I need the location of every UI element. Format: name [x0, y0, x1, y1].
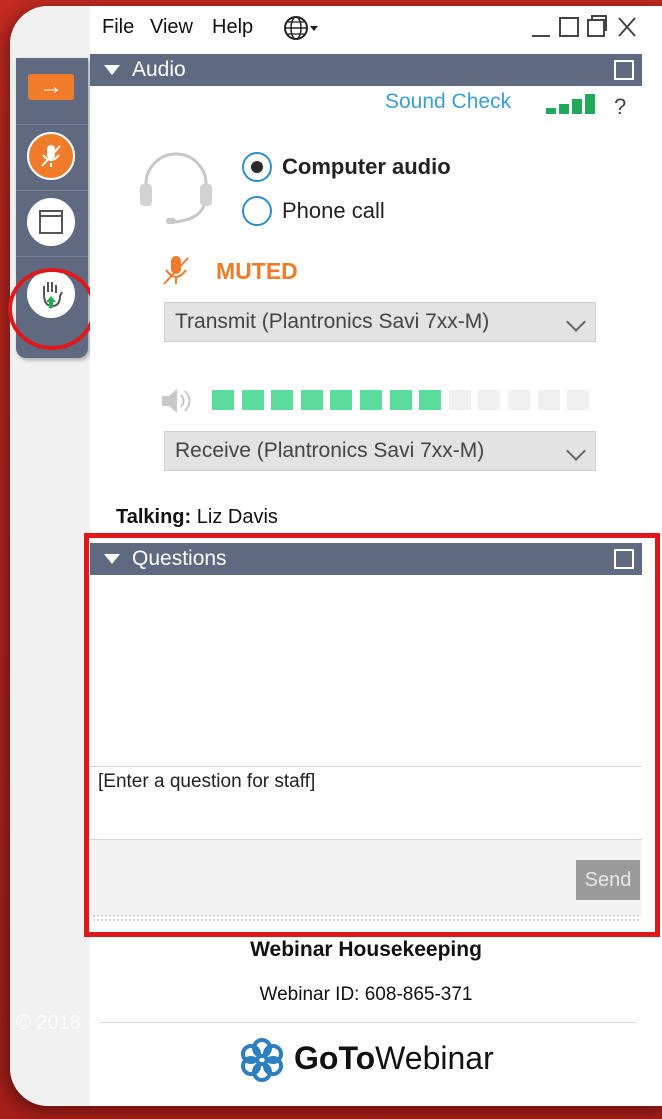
minimize-icon[interactable]: [530, 14, 552, 47]
meter-segment: [478, 390, 501, 410]
window-icon: [27, 198, 75, 246]
meter-segment: [300, 390, 323, 410]
chevron-down-icon: [566, 312, 586, 332]
menu-view[interactable]: View: [150, 16, 193, 39]
globe-icon[interactable]: [282, 14, 322, 48]
talking-name: Liz Davis: [196, 506, 278, 528]
speaker-icon: [160, 386, 196, 421]
screen-button[interactable]: [16, 190, 88, 257]
meter-segment: [508, 390, 530, 410]
menu-bar: File View Help: [90, 8, 642, 48]
restore-icon[interactable]: [586, 14, 608, 47]
copyright: © 2018 - PEMS, Inc.: [16, 1012, 199, 1034]
maximize-icon[interactable]: [558, 14, 580, 47]
footer-divider: [100, 1022, 636, 1023]
menu-file[interactable]: File: [102, 16, 134, 39]
meter-segment: [567, 390, 590, 410]
logo-goto: GoTo: [294, 1040, 376, 1076]
meter-segment: [537, 390, 560, 410]
computer-audio-radio[interactable]: [242, 152, 272, 182]
phone-call-label: Phone call: [282, 198, 385, 223]
meter-segment: [360, 390, 382, 410]
computer-audio-label: Computer audio: [282, 154, 451, 179]
receive-select[interactable]: Receive (Plantronics Savi 7xx-M): [164, 431, 596, 471]
phone-call-radio[interactable]: [242, 196, 272, 226]
transmit-select[interactable]: Transmit (Plantronics Savi 7xx-M): [164, 302, 596, 342]
audio-header[interactable]: Audio: [90, 54, 642, 86]
questions-highlight: [84, 533, 660, 937]
audio-title: Audio: [132, 58, 186, 81]
meter-segment: [448, 390, 471, 410]
collapse-button[interactable]: →: [16, 58, 88, 125]
footer-title: Webinar Housekeeping: [250, 938, 482, 961]
signal-bars-icon: [546, 94, 598, 121]
meter-segment: [212, 390, 234, 410]
gotowebinar-logo-icon: [238, 1036, 286, 1089]
logo-webinar: Webinar: [375, 1040, 494, 1076]
mic-button[interactable]: [16, 124, 88, 191]
collapse-triangle-icon: [104, 65, 120, 75]
talking-row: Talking: Liz Davis: [116, 506, 278, 529]
logo-text: GoToWebinar: [294, 1040, 494, 1077]
headset-icon: [138, 150, 214, 231]
webinar-id: Webinar ID: 608-865-371: [259, 984, 473, 1005]
help-icon[interactable]: ?: [614, 94, 626, 120]
sound-check-link[interactable]: Sound Check: [385, 90, 511, 114]
close-icon[interactable]: [616, 14, 638, 47]
meter-segment: [389, 390, 412, 410]
meter-segment: [241, 390, 264, 410]
chevron-down-icon: [566, 441, 586, 461]
meter-segment: [419, 390, 442, 410]
receive-value: Receive (Plantronics Savi 7xx-M): [175, 439, 485, 462]
muted-status: MUTED: [216, 258, 298, 284]
talking-label: Talking:: [116, 506, 192, 528]
meter-segment: [271, 390, 294, 410]
transmit-value: Transmit (Plantronics Savi 7xx-M): [175, 310, 490, 333]
meter-segment: [330, 390, 353, 410]
mic-muted-icon: [27, 132, 75, 180]
arrow-right-icon: →: [28, 74, 74, 100]
mic-muted-icon: [162, 254, 190, 293]
popout-icon[interactable]: [614, 60, 634, 80]
raise-hand-highlight: [8, 268, 96, 350]
menu-help[interactable]: Help: [212, 16, 253, 39]
